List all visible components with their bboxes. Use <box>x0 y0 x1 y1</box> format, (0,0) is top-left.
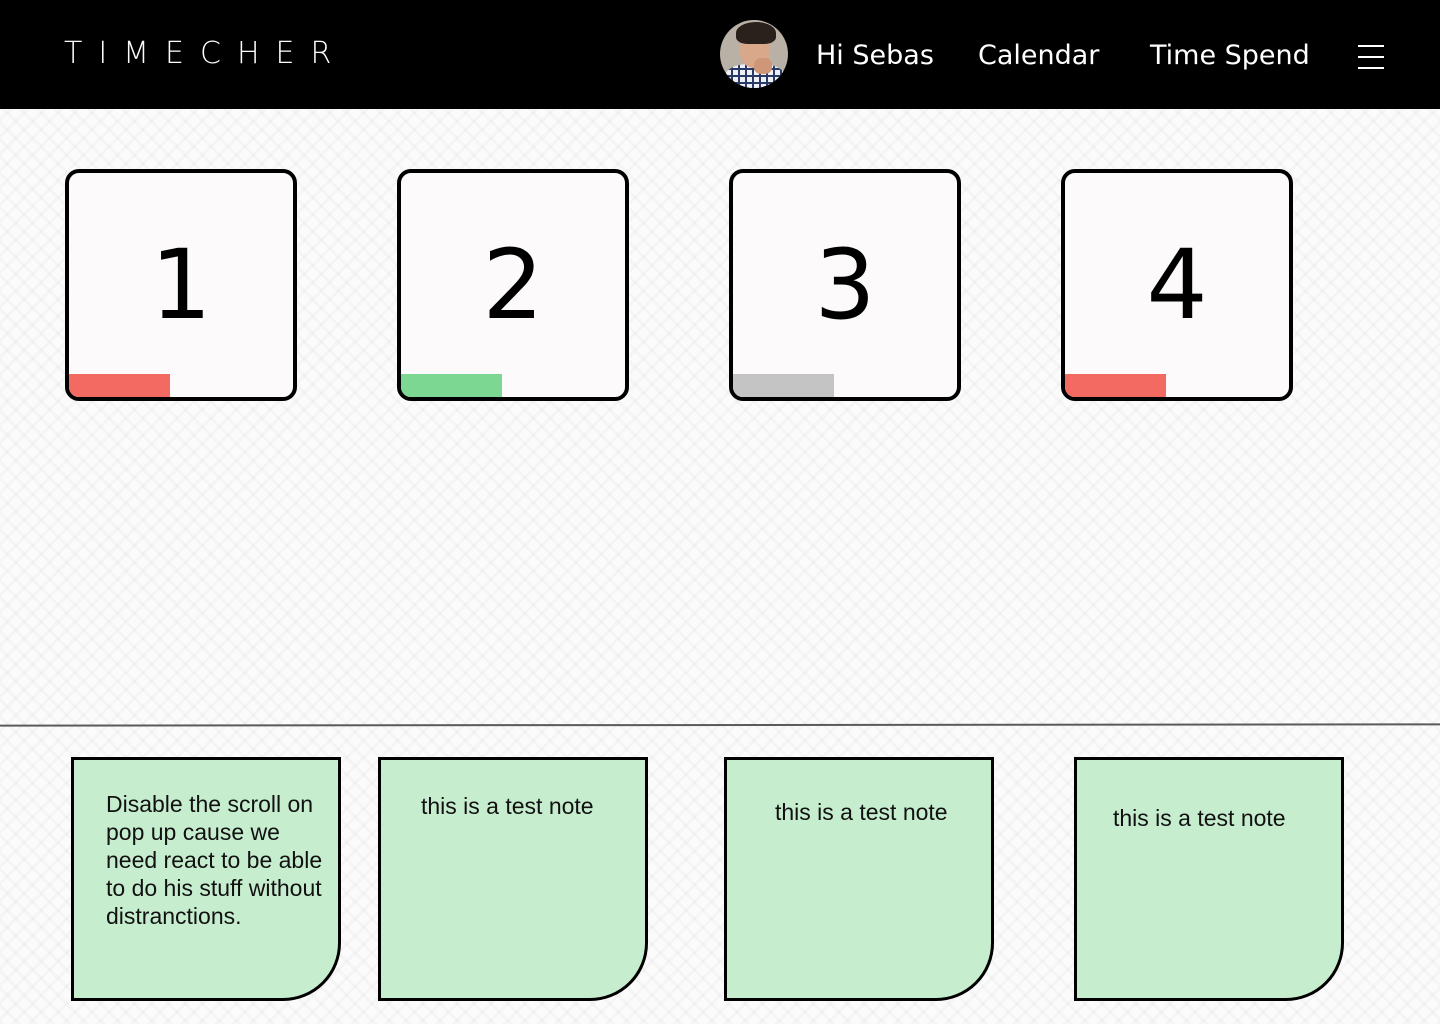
avatar[interactable] <box>720 20 788 88</box>
note-card[interactable]: this is a test note <box>724 757 994 1001</box>
note-text: this is a test note <box>421 793 594 819</box>
note-card[interactable]: this is a test note <box>378 757 648 1001</box>
note-card[interactable]: Disable the scroll on pop up cause we ne… <box>71 757 341 1001</box>
day-number: 4 <box>1146 229 1208 341</box>
note-text: this is a test note <box>1113 805 1286 831</box>
day-card-3[interactable]: 3 <box>729 169 961 401</box>
user-greeting[interactable]: Hi Sebas <box>816 40 934 71</box>
nav-calendar[interactable]: Calendar <box>978 40 1099 71</box>
day-card-2[interactable]: 2 <box>397 169 629 401</box>
day-status-bar <box>1065 374 1166 397</box>
note-text: Disable the scroll on pop up cause we ne… <box>106 791 323 929</box>
note-card[interactable]: this is a test note <box>1074 757 1344 1001</box>
day-number: 3 <box>814 229 876 341</box>
day-number: 2 <box>482 229 544 341</box>
day-status-bar <box>401 374 502 397</box>
navbar: TIMECHER Hi Sebas Calendar Time Spend <box>0 0 1440 109</box>
day-status-bar <box>69 374 170 397</box>
day-card-4[interactable]: 4 <box>1061 169 1293 401</box>
day-number: 1 <box>150 229 212 341</box>
day-card-1[interactable]: 1 <box>65 169 297 401</box>
nav-time-spend[interactable]: Time Spend <box>1150 40 1310 71</box>
note-text: this is a test note <box>775 799 948 825</box>
day-status-bar <box>733 374 834 397</box>
section-divider <box>0 723 1440 727</box>
hamburger-menu-icon[interactable] <box>1358 45 1384 69</box>
app-logo[interactable]: TIMECHER <box>64 36 347 71</box>
